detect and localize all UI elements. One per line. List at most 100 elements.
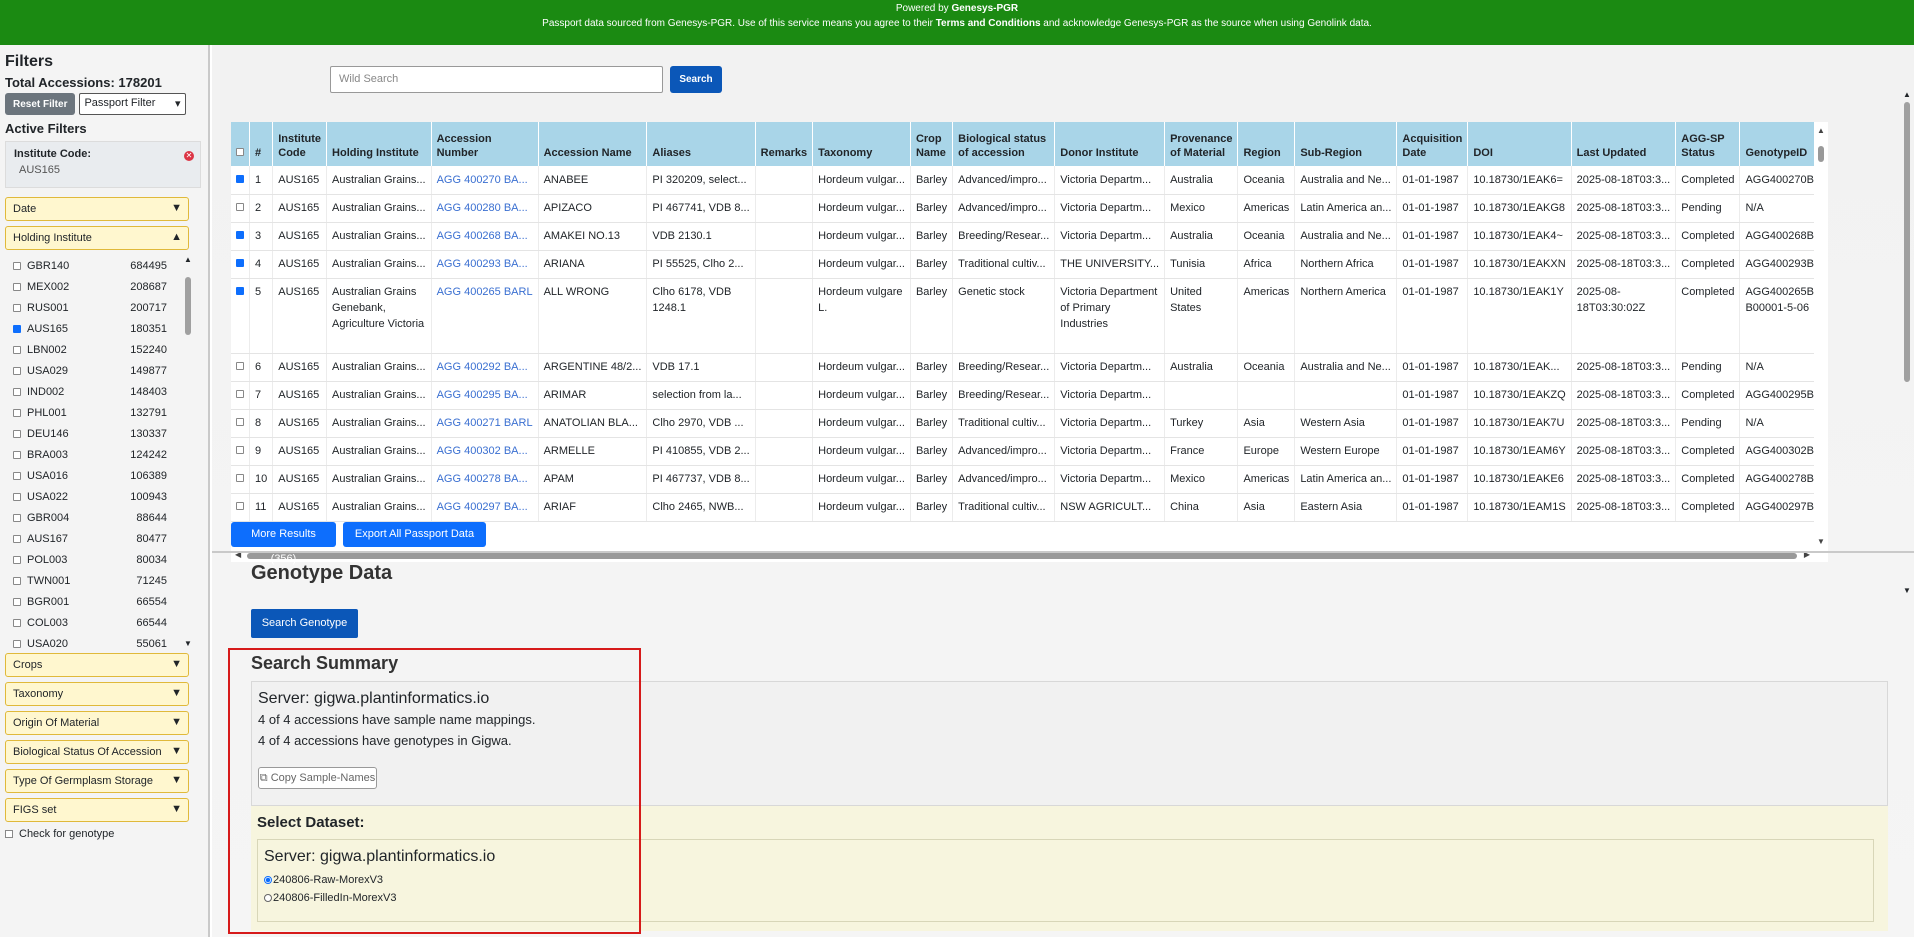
row-checkbox[interactable]: [236, 474, 244, 482]
institute-filter-item[interactable]: TWN001 71245: [5, 570, 195, 591]
accession-number-link[interactable]: AGG 400297 BA...: [431, 493, 539, 522]
institute-checkbox[interactable]: [13, 345, 21, 354]
scrollbar-thumb[interactable]: [1818, 146, 1824, 162]
institute-filter-item[interactable]: AUS167 80477: [5, 528, 195, 549]
row-checkbox[interactable]: [236, 390, 244, 398]
row-checkbox[interactable]: [236, 502, 244, 510]
select-all-header[interactable]: [231, 122, 250, 166]
column-header[interactable]: Accession Number: [431, 122, 539, 166]
check-genotype-checkbox[interactable]: [5, 830, 13, 838]
column-header[interactable]: Provenance of Material: [1164, 122, 1239, 166]
reset-filter-button[interactable]: Reset Filter: [5, 93, 76, 115]
institute-checkbox[interactable]: [13, 450, 21, 459]
accordion-crops[interactable]: Crops ▼: [5, 653, 189, 677]
institute-filter-item[interactable]: MEX002 208687: [5, 276, 195, 297]
column-header[interactable]: Remarks: [755, 122, 814, 166]
institute-checkbox[interactable]: [13, 366, 21, 375]
institute-filter-item[interactable]: PHL001 132791: [5, 402, 195, 423]
institute-filter-item[interactable]: GBR004 88644: [5, 507, 195, 528]
check-genotype-option[interactable]: Check for genotype: [5, 828, 208, 840]
row-checkbox[interactable]: [236, 174, 244, 183]
column-header[interactable]: Sub-Region: [1294, 122, 1398, 166]
search-button[interactable]: Search: [670, 66, 722, 93]
accession-number-link[interactable]: AGG 400270 BA...: [431, 166, 539, 195]
accession-number-link[interactable]: AGG 400271 BARL: [431, 409, 539, 438]
accession-number-link[interactable]: AGG 400295 BA...: [431, 381, 539, 410]
dataset-option[interactable]: 240806-Raw-MorexV3: [264, 874, 1867, 886]
institute-filter-item[interactable]: AUS165 180351: [5, 318, 195, 339]
filter-type-select[interactable]: Passport Filter: [79, 93, 187, 115]
row-select-cell[interactable]: [231, 194, 250, 223]
table-row[interactable]: 4 AUS165 Australian Grains... AGG 400293 BA…: [231, 250, 1828, 279]
institute-checkbox[interactable]: [13, 576, 21, 585]
search-genotype-button[interactable]: Search Genotype: [251, 609, 358, 638]
row-checkbox[interactable]: [236, 286, 244, 295]
table-row[interactable]: 2 AUS165 Australian Grains... AGG 400280 BA…: [231, 194, 1828, 223]
row-select-cell[interactable]: [231, 381, 250, 410]
institute-filter-item[interactable]: BRA003 124242: [5, 444, 195, 465]
scroll-up-icon[interactable]: ▲: [184, 255, 192, 264]
row-select-cell[interactable]: [231, 166, 250, 195]
column-header[interactable]: Holding Institute: [326, 122, 432, 166]
scrollbar-thumb[interactable]: [185, 277, 191, 335]
institute-filter-item[interactable]: USA022 100943: [5, 486, 195, 507]
row-select-cell[interactable]: [231, 250, 250, 279]
institute-filter-item[interactable]: USA016 106389: [5, 465, 195, 486]
institute-checkbox[interactable]: [13, 471, 21, 480]
institute-filter-item[interactable]: COL003 66544: [5, 612, 195, 633]
institute-checkbox[interactable]: [13, 324, 21, 333]
institute-filter-item[interactable]: GBR140 684495: [5, 255, 195, 276]
row-select-cell[interactable]: [231, 278, 250, 354]
row-checkbox[interactable]: [236, 231, 244, 239]
remove-filter-icon[interactable]: ✕: [184, 151, 194, 161]
column-header[interactable]: Acquisition Date: [1396, 122, 1469, 166]
institute-filter-item[interactable]: BGR001 66554: [5, 591, 195, 612]
accession-number-link[interactable]: AGG 400265 BARL: [431, 278, 539, 354]
accordion-figs-set[interactable]: FIGS set ▼: [5, 798, 189, 822]
copy-sample-names-button[interactable]: ⧉ Copy Sample-Names: [258, 767, 377, 789]
row-checkbox[interactable]: [236, 203, 244, 211]
row-select-cell[interactable]: [231, 437, 250, 466]
row-select-cell[interactable]: [231, 222, 250, 251]
export-passport-button[interactable]: Export All Passport Data: [343, 522, 486, 547]
column-header[interactable]: DOI: [1467, 122, 1572, 166]
institute-checkbox[interactable]: [13, 261, 21, 270]
table-row[interactable]: 11 AUS165 Australian Grains... AGG 400297 B…: [231, 493, 1828, 522]
institute-checkbox[interactable]: [13, 555, 21, 564]
institute-checkbox[interactable]: [13, 534, 21, 543]
accordion-type-of-germplasm-storage[interactable]: Type Of Germplasm Storage ▼: [5, 769, 189, 793]
terms-link[interactable]: Terms and Conditions: [936, 18, 1041, 29]
column-header[interactable]: Institute Code: [272, 122, 328, 166]
table-row[interactable]: 1 AUS165 Australian Grains... AGG 400270 BA…: [231, 166, 1828, 195]
institute-checkbox[interactable]: [13, 429, 21, 438]
column-header[interactable]: Crop Name: [910, 122, 954, 166]
accession-number-link[interactable]: AGG 400302 BA...: [431, 437, 539, 466]
institute-checkbox[interactable]: [13, 597, 21, 606]
wild-search-input[interactable]: Wild Search: [330, 66, 663, 93]
column-header[interactable]: Donor Institute: [1054, 122, 1166, 166]
accordion-taxonomy[interactable]: Taxonomy ▼: [5, 682, 189, 706]
column-header[interactable]: Taxonomy: [812, 122, 911, 166]
column-header[interactable]: Biological status of accession: [952, 122, 1056, 166]
accordion-origin-of-material[interactable]: Origin Of Material ▼: [5, 711, 189, 735]
table-vertical-scrollbar[interactable]: ▲ ▼: [1814, 122, 1828, 562]
institute-filter-item[interactable]: DEU146 130337: [5, 423, 195, 444]
row-select-cell[interactable]: [231, 493, 250, 522]
scroll-up-icon[interactable]: ▲: [1903, 90, 1911, 99]
accession-number-link[interactable]: AGG 400293 BA...: [431, 250, 539, 279]
row-select-cell[interactable]: [231, 465, 250, 494]
row-select-cell[interactable]: [231, 409, 250, 438]
institute-checkbox[interactable]: [13, 387, 21, 396]
column-header[interactable]: #: [249, 122, 274, 166]
table-row[interactable]: 9 AUS165 Australian Grains... AGG 400302 BA…: [231, 437, 1828, 466]
institute-checkbox[interactable]: [13, 618, 21, 627]
institute-filter-item[interactable]: IND002 148403: [5, 381, 195, 402]
accordion-date[interactable]: Date ▼: [5, 197, 189, 221]
table-row[interactable]: 8 AUS165 Australian Grains... AGG 400271 BA…: [231, 409, 1828, 438]
institute-checkbox[interactable]: [13, 282, 21, 291]
accession-number-link[interactable]: AGG 400268 BA...: [431, 222, 539, 251]
scroll-down-icon[interactable]: ▼: [1817, 537, 1825, 546]
list-scrollbar[interactable]: ▲ ▼: [183, 255, 193, 648]
table-row[interactable]: 7 AUS165 Australian Grains... AGG 400295 BA…: [231, 381, 1828, 410]
institute-checkbox[interactable]: [13, 492, 21, 501]
